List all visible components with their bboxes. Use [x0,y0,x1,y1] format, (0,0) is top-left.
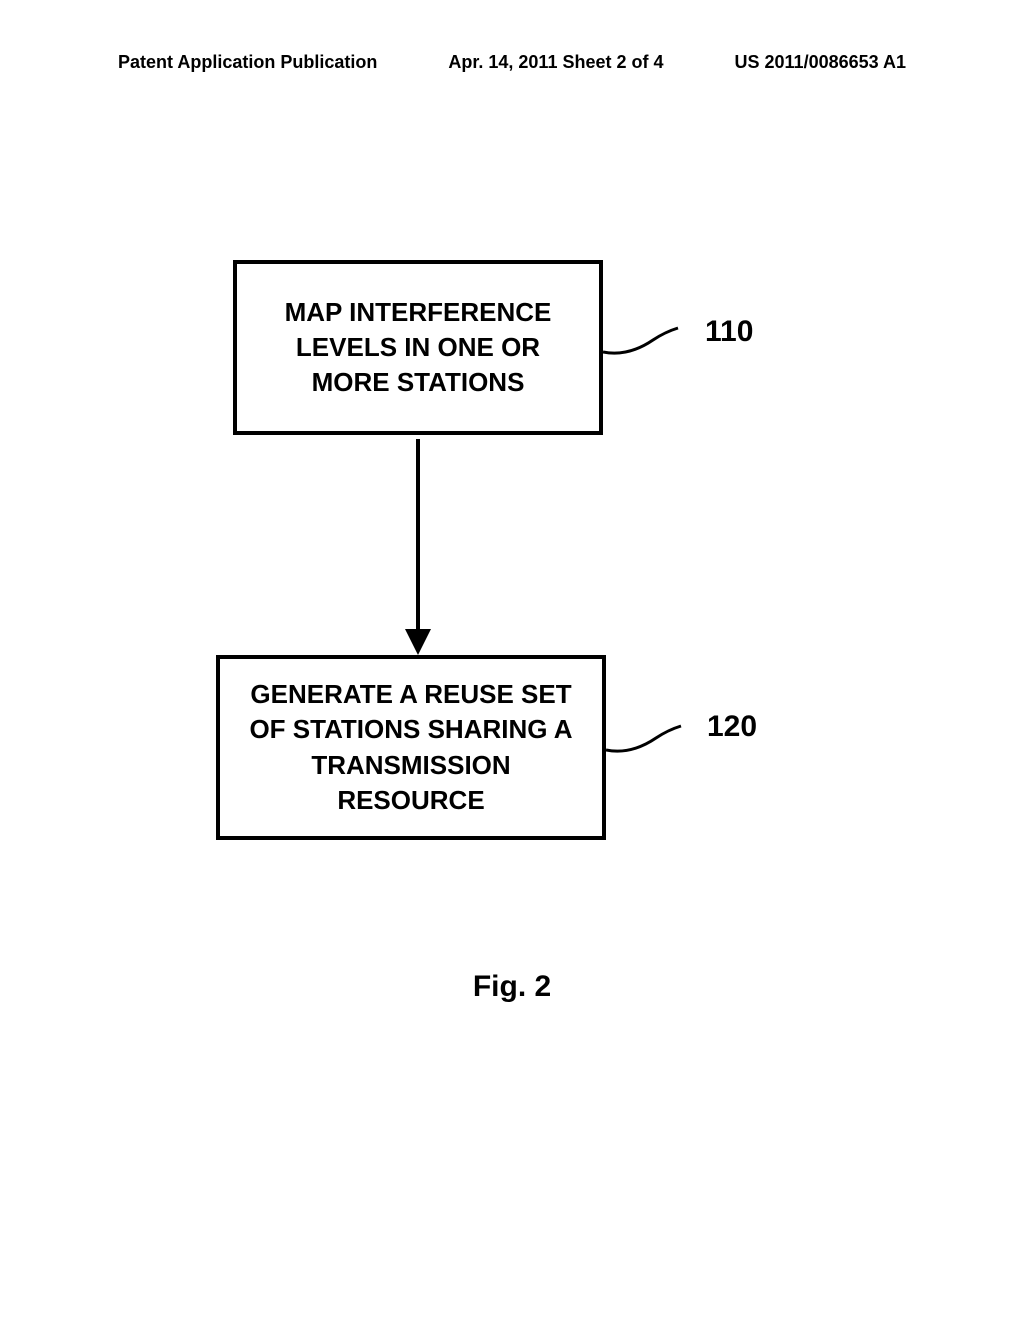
header-date-sheet: Apr. 14, 2011 Sheet 2 of 4 [448,52,663,73]
flowchart-step-1: MAP INTERFERENCE LEVELS IN ONE OR MORE S… [233,260,603,435]
callout-curve-110 [603,322,683,367]
flowchart-step-2: GENERATE A REUSE SET OF STATIONS SHARING… [216,655,606,840]
arrow-connector-line [416,439,420,637]
callout-curve-120 [606,720,686,765]
reference-label-110: 110 [705,315,753,349]
flowchart-step-2-text: GENERATE A REUSE SET OF STATIONS SHARING… [240,677,582,817]
reference-label-120: 120 [707,710,757,744]
flowchart-diagram: MAP INTERFERENCE LEVELS IN ONE OR MORE S… [0,260,1024,1060]
arrow-connector-head [405,629,431,655]
figure-caption: Fig. 2 [0,970,1024,1004]
flowchart-step-1-text: MAP INTERFERENCE LEVELS IN ONE OR MORE S… [257,295,579,400]
header-publication-number: US 2011/0086653 A1 [735,52,906,73]
header-publication-type: Patent Application Publication [118,52,377,73]
page-header: Patent Application Publication Apr. 14, … [0,52,1024,73]
